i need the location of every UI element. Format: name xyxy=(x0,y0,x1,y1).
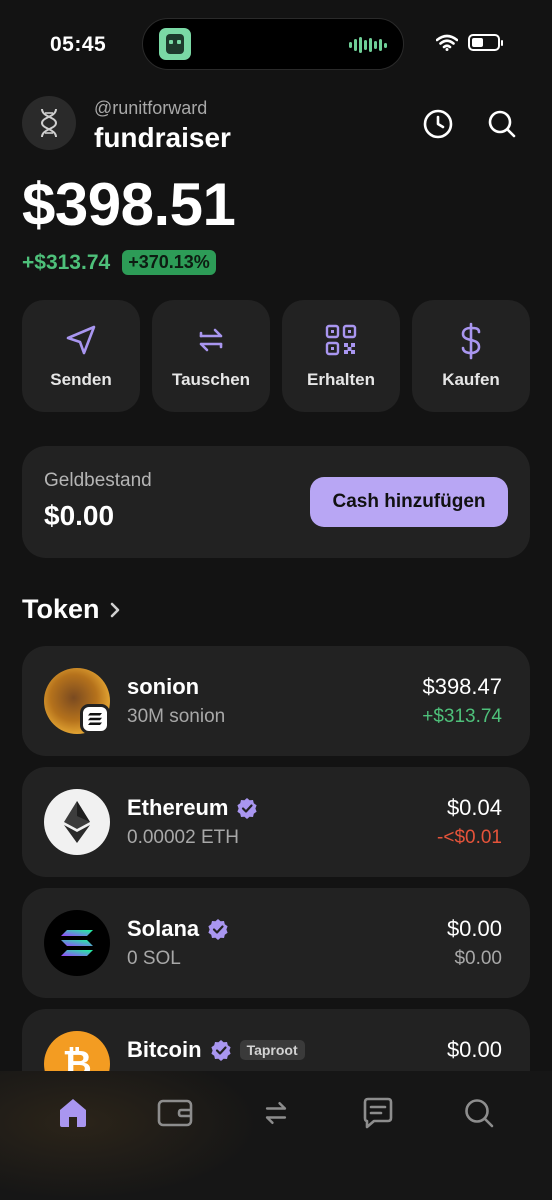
token-value: $0.04 xyxy=(446,795,502,820)
token-amount: 0.00002 ETH xyxy=(127,827,239,848)
token-name: Ethereum xyxy=(127,795,258,821)
swap-label: Tauschen xyxy=(171,370,251,389)
token-row-ethereum[interactable]: Ethereum 0.00002 ETH $0.04 -<$0.01 xyxy=(22,767,530,877)
token-name-text: Ethereum xyxy=(127,795,229,820)
status-bar: 05:45 xyxy=(0,0,552,90)
total-balance: $398.51 xyxy=(22,171,236,238)
tab-explore[interactable] xyxy=(459,1093,499,1133)
token-row-solana[interactable]: Solana 0 SOL $0.00 $0.00 xyxy=(22,888,530,998)
token-name: Solana xyxy=(127,916,229,942)
token-change: -<$0.01 xyxy=(437,827,502,848)
token-amount: 0 SOL xyxy=(127,948,181,969)
swap-button[interactable]: Tauschen xyxy=(152,300,270,412)
token-change: +$313.74 xyxy=(422,706,502,727)
buy-label: Kaufen xyxy=(442,370,500,389)
search-icon xyxy=(488,110,516,138)
wallet-icon xyxy=(157,1099,193,1127)
dollar-icon xyxy=(461,322,481,360)
balance-change-amount: +$313.74 xyxy=(22,250,111,274)
buy-button[interactable]: Kaufen xyxy=(412,300,530,412)
token-row-sonion[interactable]: sonion 30M sonion $398.47 +$313.74 xyxy=(22,646,530,756)
receive-button[interactable]: Erhalten xyxy=(282,300,400,412)
token-value: $0.00 xyxy=(446,1037,502,1062)
verified-badge-icon xyxy=(210,1040,231,1061)
tokens-section-header[interactable]: Token xyxy=(22,594,122,625)
tab-messages[interactable] xyxy=(358,1093,398,1133)
account-header: @runitforward fundraiser xyxy=(22,96,530,156)
token-value: $0.00 xyxy=(446,916,502,941)
solana-chain-badge-icon xyxy=(80,704,110,734)
wifi-icon xyxy=(436,34,458,51)
tab-swap[interactable] xyxy=(256,1093,296,1133)
tab-wallet[interactable] xyxy=(155,1093,195,1133)
cash-balance-value: $0.00 xyxy=(44,500,115,531)
live-activity-app-icon xyxy=(159,28,191,60)
receive-label: Erhalten xyxy=(306,370,376,389)
balance-change-percent-badge: +370.13% xyxy=(122,250,216,275)
token-name-text: Bitcoin xyxy=(127,1037,202,1062)
swap-icon xyxy=(199,328,223,352)
token-name-text: Solana xyxy=(127,916,200,941)
tab-home[interactable] xyxy=(53,1093,93,1133)
swap-icon xyxy=(265,1101,287,1125)
tokens-section-title: Token xyxy=(22,594,100,624)
token-amount: 30M sonion xyxy=(127,706,226,727)
clock-icon xyxy=(423,109,453,139)
chevron-right-icon xyxy=(110,602,119,617)
balance-change: +$313.74 +370.13% xyxy=(22,250,216,275)
ethereum-icon xyxy=(44,789,110,855)
avatar[interactable] xyxy=(22,96,76,150)
battery-icon xyxy=(468,34,503,51)
cash-balance-label: Geldbestand xyxy=(44,470,152,491)
token-name-text: sonion xyxy=(127,674,200,699)
send-label: Senden xyxy=(50,370,112,389)
bottom-tab-bar xyxy=(0,1071,552,1200)
home-icon xyxy=(60,1099,86,1127)
cash-balance-card: Geldbestand $0.00 Cash hinzufügen xyxy=(22,446,530,558)
verified-badge-icon xyxy=(208,919,228,940)
send-icon xyxy=(66,325,96,355)
status-time: 05:45 xyxy=(50,33,107,56)
account-handle[interactable]: @runitforward xyxy=(94,98,207,119)
qr-code-icon xyxy=(325,324,357,356)
token-name: Bitcoin Taproot xyxy=(127,1037,305,1063)
quick-actions: Senden Tauschen Erhalten Kaufen xyxy=(22,300,530,412)
account-name[interactable]: fundraiser xyxy=(94,122,231,154)
dynamic-island xyxy=(142,18,404,70)
dna-icon xyxy=(40,108,58,138)
search-icon xyxy=(465,1099,494,1128)
solana-icon xyxy=(44,910,110,976)
send-button[interactable]: Senden xyxy=(22,300,140,412)
token-change: $0.00 xyxy=(454,948,502,969)
search-button[interactable] xyxy=(484,106,520,142)
status-indicators xyxy=(436,34,503,51)
token-name: sonion xyxy=(127,674,199,700)
token-value: $398.47 xyxy=(422,674,502,699)
chat-icon xyxy=(363,1097,393,1129)
history-button[interactable] xyxy=(420,106,456,142)
verified-badge-icon xyxy=(237,798,258,819)
address-type-tag: Taproot xyxy=(239,1040,305,1060)
add-cash-button[interactable]: Cash hinzufügen xyxy=(310,477,508,527)
audio-waveform-icon xyxy=(349,36,387,54)
